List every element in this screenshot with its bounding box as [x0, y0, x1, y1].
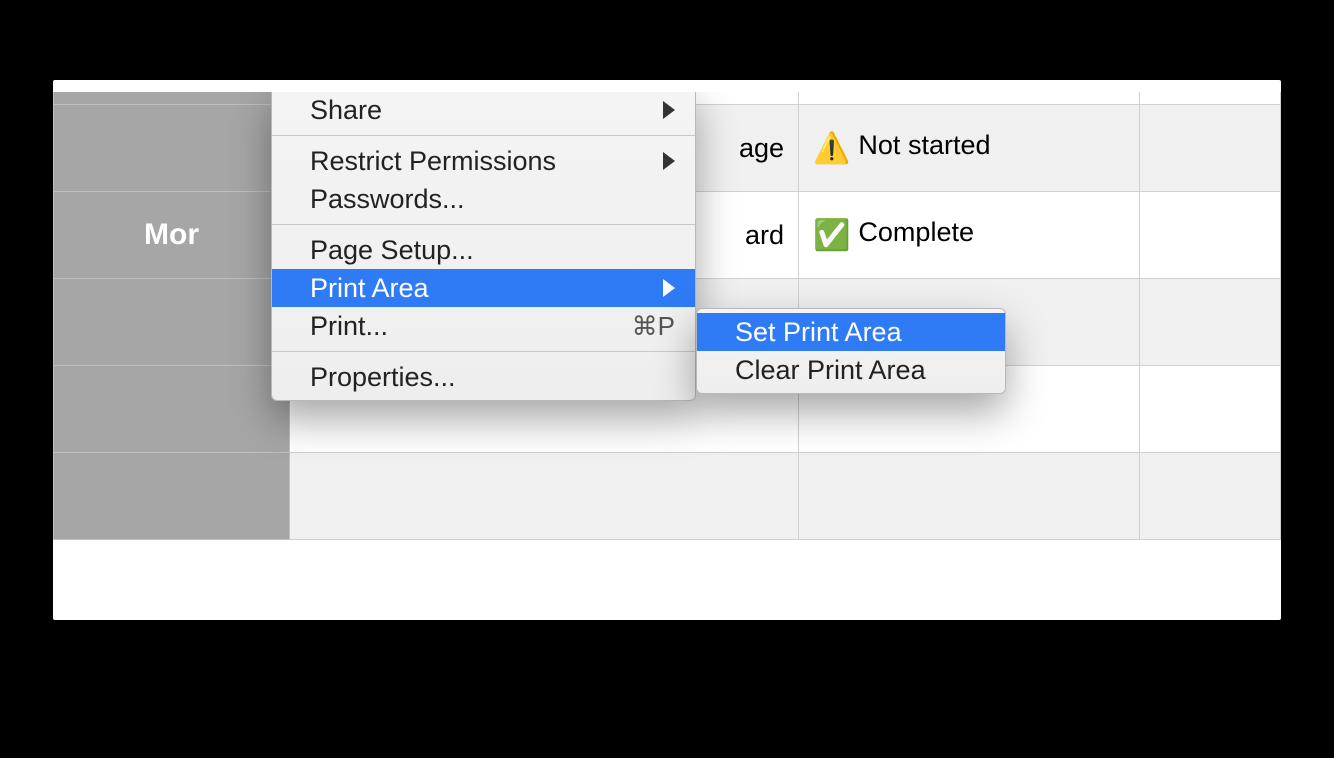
- menu-label: Set Print Area: [735, 317, 985, 348]
- file-context-menu: Share Restrict Permissions Passwords... …: [271, 92, 696, 401]
- warning-icon: ⚠️: [813, 132, 850, 165]
- empty-cell[interactable]: [1140, 105, 1281, 192]
- menu-item-passwords[interactable]: Passwords...: [272, 180, 695, 218]
- menu-label: Passwords...: [310, 184, 675, 215]
- menu-label: Clear Print Area: [735, 355, 985, 386]
- check-icon: ✅: [813, 219, 850, 252]
- menu-label: Properties...: [310, 362, 675, 393]
- status-text: Complete: [858, 217, 974, 247]
- submenu-arrow-icon: [663, 279, 675, 297]
- menu-separator: [272, 135, 695, 136]
- row-header-cell: Mor: [54, 192, 290, 279]
- row-header-cell: [54, 92, 290, 105]
- menu-label: Page Setup...: [310, 235, 675, 266]
- status-cell[interactable]: ⚠️ Not started: [799, 105, 1140, 192]
- menu-label: Print Area: [310, 273, 653, 304]
- status-text: Not started: [858, 130, 990, 160]
- menu-item-properties[interactable]: Properties...: [272, 358, 695, 396]
- menu-label: Share: [310, 95, 653, 126]
- screenshot-frame: 🏃In progress age ⚠️Not started Mor ard: [53, 80, 1281, 620]
- menu-item-restrict-permissions[interactable]: Restrict Permissions: [272, 142, 695, 180]
- menu-label: Print...: [310, 311, 632, 342]
- task-cell[interactable]: [290, 453, 799, 540]
- submenu-item-set-print-area[interactable]: Set Print Area: [697, 313, 1005, 351]
- submenu-arrow-icon: [663, 152, 675, 170]
- empty-cell[interactable]: [1140, 453, 1281, 540]
- menu-separator: [272, 224, 695, 225]
- menu-item-share[interactable]: Share: [272, 92, 695, 129]
- menu-item-print-area[interactable]: Print Area: [272, 269, 695, 307]
- status-cell[interactable]: ✅ Complete: [799, 192, 1140, 279]
- status-cell[interactable]: 🏃In progress: [799, 92, 1140, 105]
- spreadsheet-area: 🏃In progress age ⚠️Not started Mor ard: [53, 92, 1281, 620]
- status-cell[interactable]: [799, 453, 1140, 540]
- row-header-cell: [54, 366, 290, 453]
- empty-cell[interactable]: [1140, 192, 1281, 279]
- table-row: [54, 453, 1281, 540]
- empty-cell[interactable]: [1140, 279, 1281, 366]
- empty-cell[interactable]: [1140, 366, 1281, 453]
- menu-shortcut: ⌘P: [632, 311, 675, 342]
- menu-label: Restrict Permissions: [310, 146, 653, 177]
- row-header-cell: [54, 105, 290, 192]
- submenu-arrow-icon: [663, 101, 675, 119]
- print-area-submenu: Set Print Area Clear Print Area: [696, 308, 1006, 394]
- empty-cell[interactable]: [1140, 92, 1281, 105]
- menu-item-print[interactable]: Print... ⌘P: [272, 307, 695, 345]
- row-header-cell: [54, 453, 290, 540]
- menu-item-page-setup[interactable]: Page Setup...: [272, 231, 695, 269]
- menu-separator: [272, 351, 695, 352]
- submenu-item-clear-print-area[interactable]: Clear Print Area: [697, 351, 1005, 389]
- row-header-cell: [54, 279, 290, 366]
